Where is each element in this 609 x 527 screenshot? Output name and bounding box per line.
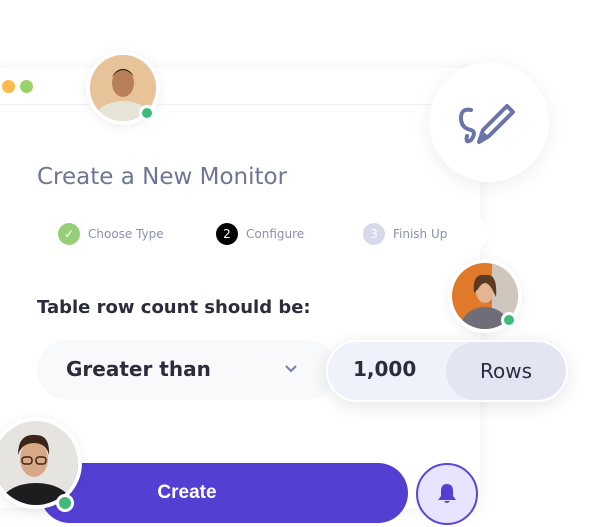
bell-icon xyxy=(438,484,456,503)
step-label: Configure xyxy=(246,227,305,241)
pen-squiggle-icon xyxy=(458,104,515,144)
step-configure[interactable]: 2 Configure xyxy=(186,216,336,252)
chevron-down-icon[interactable] xyxy=(284,364,298,374)
create-label: Create xyxy=(157,482,217,503)
step-label: Choose Type xyxy=(88,227,164,241)
row-count-value: 1,000 xyxy=(353,357,417,381)
step-label: Finish Up xyxy=(393,227,448,241)
window-title-bar xyxy=(0,68,480,105)
online-status-dot xyxy=(56,494,74,512)
operator-value: Greater than xyxy=(66,357,211,381)
online-status-dot xyxy=(501,312,517,328)
step-choose-type[interactable]: ✓ Choose Type xyxy=(36,216,186,252)
step-finish-up[interactable]: 3 Finish Up xyxy=(336,216,491,252)
window-minimize-dot[interactable] xyxy=(2,80,15,93)
window-maximize-dot[interactable] xyxy=(20,80,33,93)
check-icon: ✓ xyxy=(58,223,80,245)
step-number: 2 xyxy=(216,223,238,245)
notify-button[interactable] xyxy=(416,463,478,525)
edit-button[interactable] xyxy=(429,62,549,182)
unit-select[interactable]: Rows xyxy=(446,342,566,400)
page-title: Create a New Monitor xyxy=(37,164,288,190)
step-number: 3 xyxy=(363,223,385,245)
create-button[interactable]: Create xyxy=(40,463,408,523)
online-status-dot xyxy=(139,105,155,121)
condition-label: Table row count should be: xyxy=(37,297,311,318)
